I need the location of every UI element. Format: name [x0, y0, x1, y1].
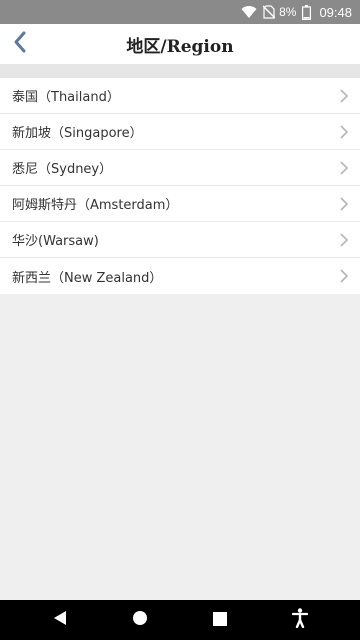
region-label: 华沙(Warsaw): [12, 234, 99, 249]
nav-back-button[interactable]: [45, 605, 75, 635]
chevron-right-icon: [340, 160, 350, 175]
region-item-thailand[interactable]: 泰国（Thailand）: [0, 78, 360, 114]
region-item-warsaw[interactable]: 华沙(Warsaw): [0, 222, 360, 258]
system-nav-bar: [0, 600, 360, 640]
status-bar: 8% 09:48: [0, 0, 360, 24]
chevron-right-icon: [340, 196, 350, 211]
nav-recents-icon: [213, 611, 227, 630]
nav-home-button[interactable]: [125, 605, 155, 635]
region-item-new-zealand[interactable]: 新西兰（New Zealand）: [0, 258, 360, 294]
region-label: 泰国（Thailand）: [12, 90, 120, 105]
accessibility-icon: [291, 608, 309, 632]
nav-back-icon: [53, 610, 67, 630]
chevron-right-icon: [340, 124, 350, 139]
nav-recents-button[interactable]: [205, 605, 235, 635]
region-label: 新加坡（Singapore）: [12, 126, 143, 141]
region-item-amsterdam[interactable]: 阿姆斯特丹（Amsterdam）: [0, 186, 360, 222]
chevron-right-icon: [340, 269, 350, 283]
page-title: 地区/Region: [126, 36, 234, 57]
region-label: 阿姆斯特丹（Amsterdam）: [12, 198, 179, 213]
no-sim-icon: [263, 5, 276, 19]
wifi-icon: [241, 5, 257, 19]
battery-percent: 8%: [279, 5, 297, 19]
chevron-right-icon: [340, 232, 350, 247]
back-arrow-icon: [13, 31, 27, 57]
battery-icon: [302, 4, 312, 20]
region-label: 悉尼（Sydney）: [12, 162, 113, 177]
region-label: 新西兰（New Zealand）: [12, 270, 163, 286]
status-time: 09:48: [319, 4, 352, 20]
accessibility-button[interactable]: [285, 605, 315, 635]
nav-home-icon: [132, 610, 148, 630]
chevron-right-icon: [340, 88, 350, 103]
back-button[interactable]: [6, 30, 34, 58]
header-divider: [0, 64, 360, 78]
header: 地区/Region: [0, 24, 360, 64]
region-item-sydney[interactable]: 悉尼（Sydney）: [0, 150, 360, 186]
region-list: 泰国（Thailand） 新加坡（Singapore） 悉尼（Sydney） 阿…: [0, 78, 360, 294]
region-item-singapore[interactable]: 新加坡（Singapore）: [0, 114, 360, 150]
